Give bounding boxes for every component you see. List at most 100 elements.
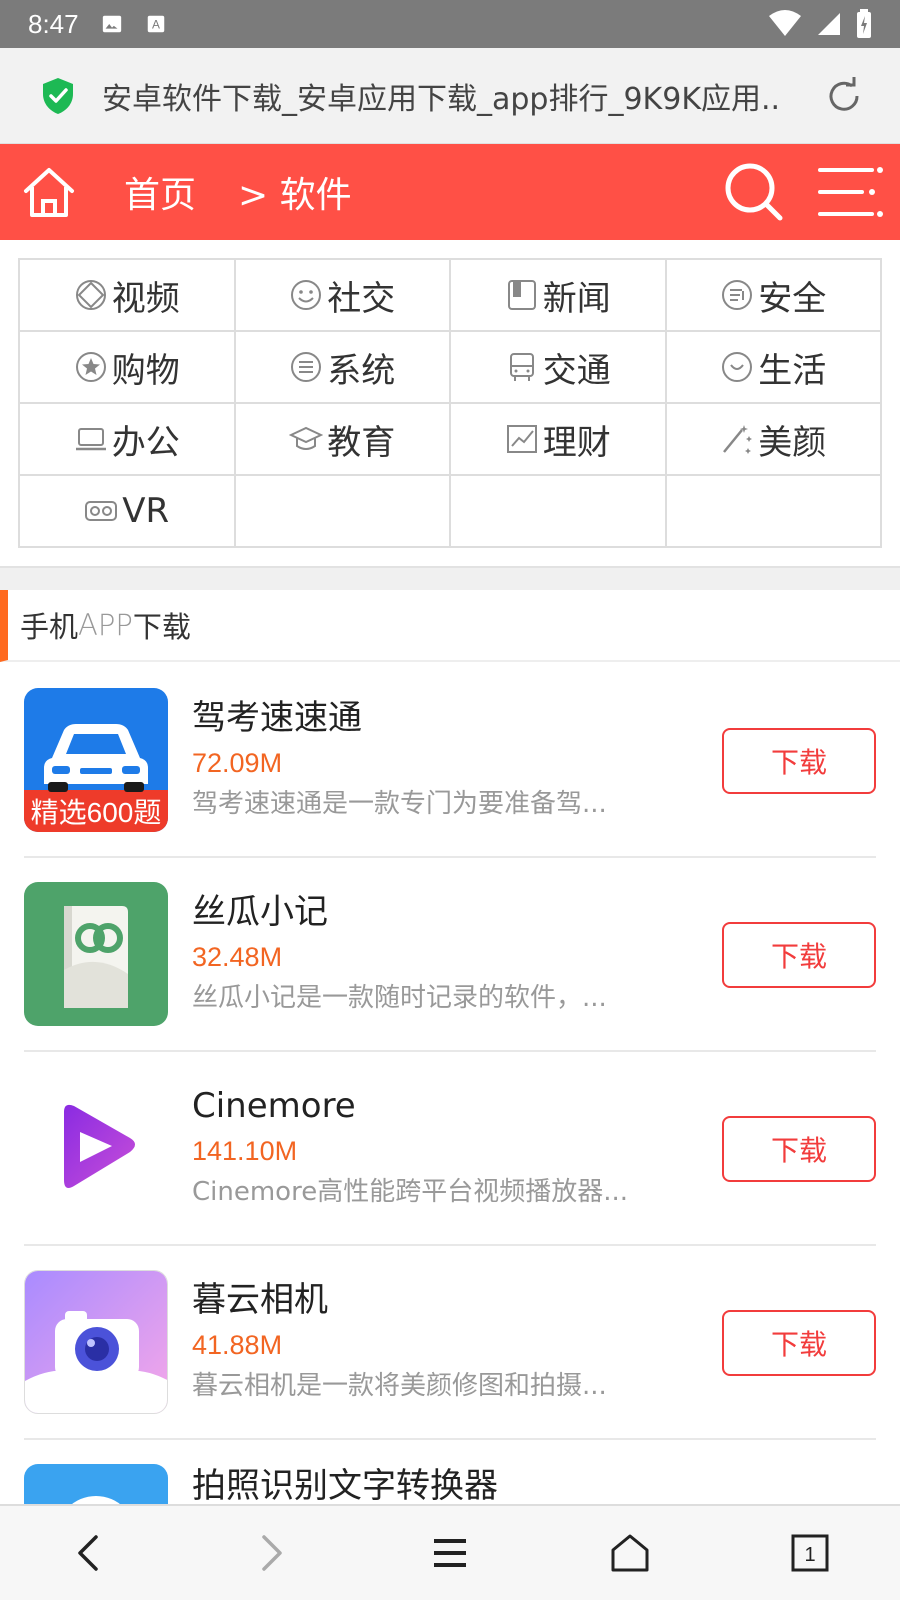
category-empty xyxy=(666,476,882,548)
download-button[interactable]: 下载 xyxy=(722,728,876,794)
section-divider xyxy=(0,566,900,590)
app-description: Cinemore高性能跨平台视频播放器... xyxy=(192,1177,628,1207)
svg-text:A: A xyxy=(152,18,160,32)
section-title: 手机 APP 下载 xyxy=(0,590,900,662)
app-info: 拍照识别文字转换器 xyxy=(192,1464,652,1508)
notebook-icon xyxy=(24,882,168,1026)
download-button[interactable]: 下载 xyxy=(722,922,876,988)
breadcrumb-current: > 软件 xyxy=(238,175,352,216)
laptop-icon xyxy=(75,428,106,451)
app-icon[interactable] xyxy=(24,1270,168,1414)
app-size: 41.88M xyxy=(192,1330,283,1360)
battery-icon xyxy=(857,9,871,38)
breadcrumb-home[interactable]: 首页 xyxy=(124,166,196,218)
app-icon[interactable]: 精选600题 xyxy=(24,688,168,832)
magic-wand-icon xyxy=(723,425,753,454)
category-life[interactable]: 生活 xyxy=(666,332,882,404)
video-icon xyxy=(75,280,106,310)
search-icon[interactable] xyxy=(722,160,786,224)
hamburger-icon xyxy=(434,1539,466,1567)
browser-bottom-nav: 1 xyxy=(0,1504,900,1600)
category-empty xyxy=(451,476,667,548)
app-name[interactable]: 暮云相机 xyxy=(192,1278,652,1322)
play-icon xyxy=(24,1076,168,1220)
app-list: 精选600题 驾考速速通 72.09M 驾考速速通是一款专门为要准备驾... 下… xyxy=(24,664,876,1570)
app-name[interactable]: 驾考速速通 xyxy=(192,696,652,740)
secure-shield-icon xyxy=(43,77,73,114)
home-button[interactable] xyxy=(600,1523,660,1583)
list-item[interactable]: 丝瓜小记 32.48M 丝瓜小记是一款随时记录的软件，... 下载 xyxy=(24,858,876,1052)
category-shopping[interactable]: 购物 xyxy=(20,332,236,404)
section-title-suffix: 下载 xyxy=(132,610,191,644)
page-title-url[interactable]: 安卓软件下载_安卓应用下载_app排行_9K9K应用.. xyxy=(102,74,802,118)
home-outline-icon xyxy=(611,1534,649,1572)
forward-arrow-icon xyxy=(262,1535,282,1571)
back-arrow-icon xyxy=(78,1535,98,1571)
download-button[interactable]: 下载 xyxy=(722,1116,876,1182)
app-size: 32.48M xyxy=(192,942,283,972)
star-icon xyxy=(75,352,106,382)
category-office[interactable]: 办公 xyxy=(20,404,236,476)
category-social[interactable]: 社交 xyxy=(235,260,451,332)
vr-icon xyxy=(85,501,118,521)
tab-count: 1 xyxy=(804,1544,815,1566)
category-news[interactable]: 新闻 xyxy=(451,260,667,332)
app-size: 72.09M xyxy=(192,748,283,778)
camera-icon xyxy=(25,1271,167,1413)
app-size: 141.10M xyxy=(192,1136,298,1166)
list-item[interactable]: 精选600题 驾考速速通 72.09M 驾考速速通是一款专门为要准备驾... 下… xyxy=(24,664,876,858)
tabs-icon: 1 xyxy=(791,1534,829,1572)
wifi-icon xyxy=(769,10,801,36)
section-title-mid: APP xyxy=(78,608,133,642)
image-icon xyxy=(102,15,121,33)
category-video[interactable]: 视频 xyxy=(20,260,236,332)
category-education[interactable]: 教育 xyxy=(235,404,451,476)
section-title-prefix: 手机 xyxy=(20,610,79,644)
list-item[interactable]: Cinemore 141.10M Cinemore高性能跨平台视频播放器... … xyxy=(24,1052,876,1246)
status-time: 8:47 xyxy=(28,8,79,39)
list-item[interactable]: 暮云相机 41.88M 暮云相机是一款将美颜修图和拍摄... 下载 xyxy=(24,1246,876,1440)
download-button[interactable]: 下载 xyxy=(722,1310,876,1376)
address-bar[interactable]: 安卓软件下载_安卓应用下载_app排行_9K9K应用.. xyxy=(0,48,900,144)
menu-button[interactable] xyxy=(420,1523,480,1583)
app-icon-badge: 精选600题 xyxy=(31,797,162,828)
forward-button[interactable] xyxy=(240,1523,300,1583)
category-grid: 视频 社交 新闻 安全 购物 系统 交通 生活 办公 教育 理财 美颜 VR xyxy=(18,258,882,548)
category-security[interactable]: 安全 xyxy=(666,260,882,332)
category-vr[interactable]: VR xyxy=(20,476,236,548)
app-name[interactable]: 丝瓜小记 xyxy=(192,890,652,934)
graduation-icon xyxy=(289,426,324,450)
signal-icon xyxy=(818,13,840,35)
app-name[interactable]: Cinemore xyxy=(192,1084,652,1128)
smile-icon xyxy=(291,280,322,310)
app-icon[interactable] xyxy=(24,882,168,1026)
app-info: 丝瓜小记 32.48M 丝瓜小记是一款随时记录的软件，... xyxy=(192,890,652,1018)
category-empty xyxy=(235,476,451,548)
system-icon xyxy=(291,352,322,382)
category-system[interactable]: 系统 xyxy=(235,332,451,404)
reload-icon[interactable] xyxy=(824,76,864,116)
app-description: 驾考速速通是一款专门为要准备驾... xyxy=(192,789,607,819)
car-icon: 精选600题 xyxy=(24,688,168,832)
bus-icon xyxy=(509,353,534,381)
security-icon xyxy=(722,280,753,310)
app-description: 丝瓜小记是一款随时记录的软件，... xyxy=(192,983,607,1013)
chart-icon xyxy=(506,425,537,453)
status-bar: 8:47 A xyxy=(0,0,900,48)
menu-icon[interactable] xyxy=(816,164,884,220)
news-icon xyxy=(507,280,536,310)
life-icon xyxy=(722,352,753,382)
home-icon[interactable] xyxy=(20,163,78,221)
category-beauty[interactable]: 美颜 xyxy=(666,404,882,476)
category-finance[interactable]: 理财 xyxy=(451,404,667,476)
tabs-button[interactable]: 1 xyxy=(780,1523,840,1583)
site-header: 首页 > 软件 xyxy=(0,144,900,240)
app-name[interactable]: 拍照识别文字转换器 xyxy=(192,1464,652,1508)
back-button[interactable] xyxy=(60,1523,120,1583)
app-info: Cinemore 141.10M Cinemore高性能跨平台视频播放器... xyxy=(192,1084,652,1212)
app-description: 暮云相机是一款将美颜修图和拍摄... xyxy=(192,1371,607,1401)
app-icon[interactable] xyxy=(24,1076,168,1220)
app-info: 驾考速速通 72.09M 驾考速速通是一款专门为要准备驾... xyxy=(192,696,652,824)
category-transport[interactable]: 交通 xyxy=(451,332,667,404)
a-icon: A xyxy=(147,15,164,33)
